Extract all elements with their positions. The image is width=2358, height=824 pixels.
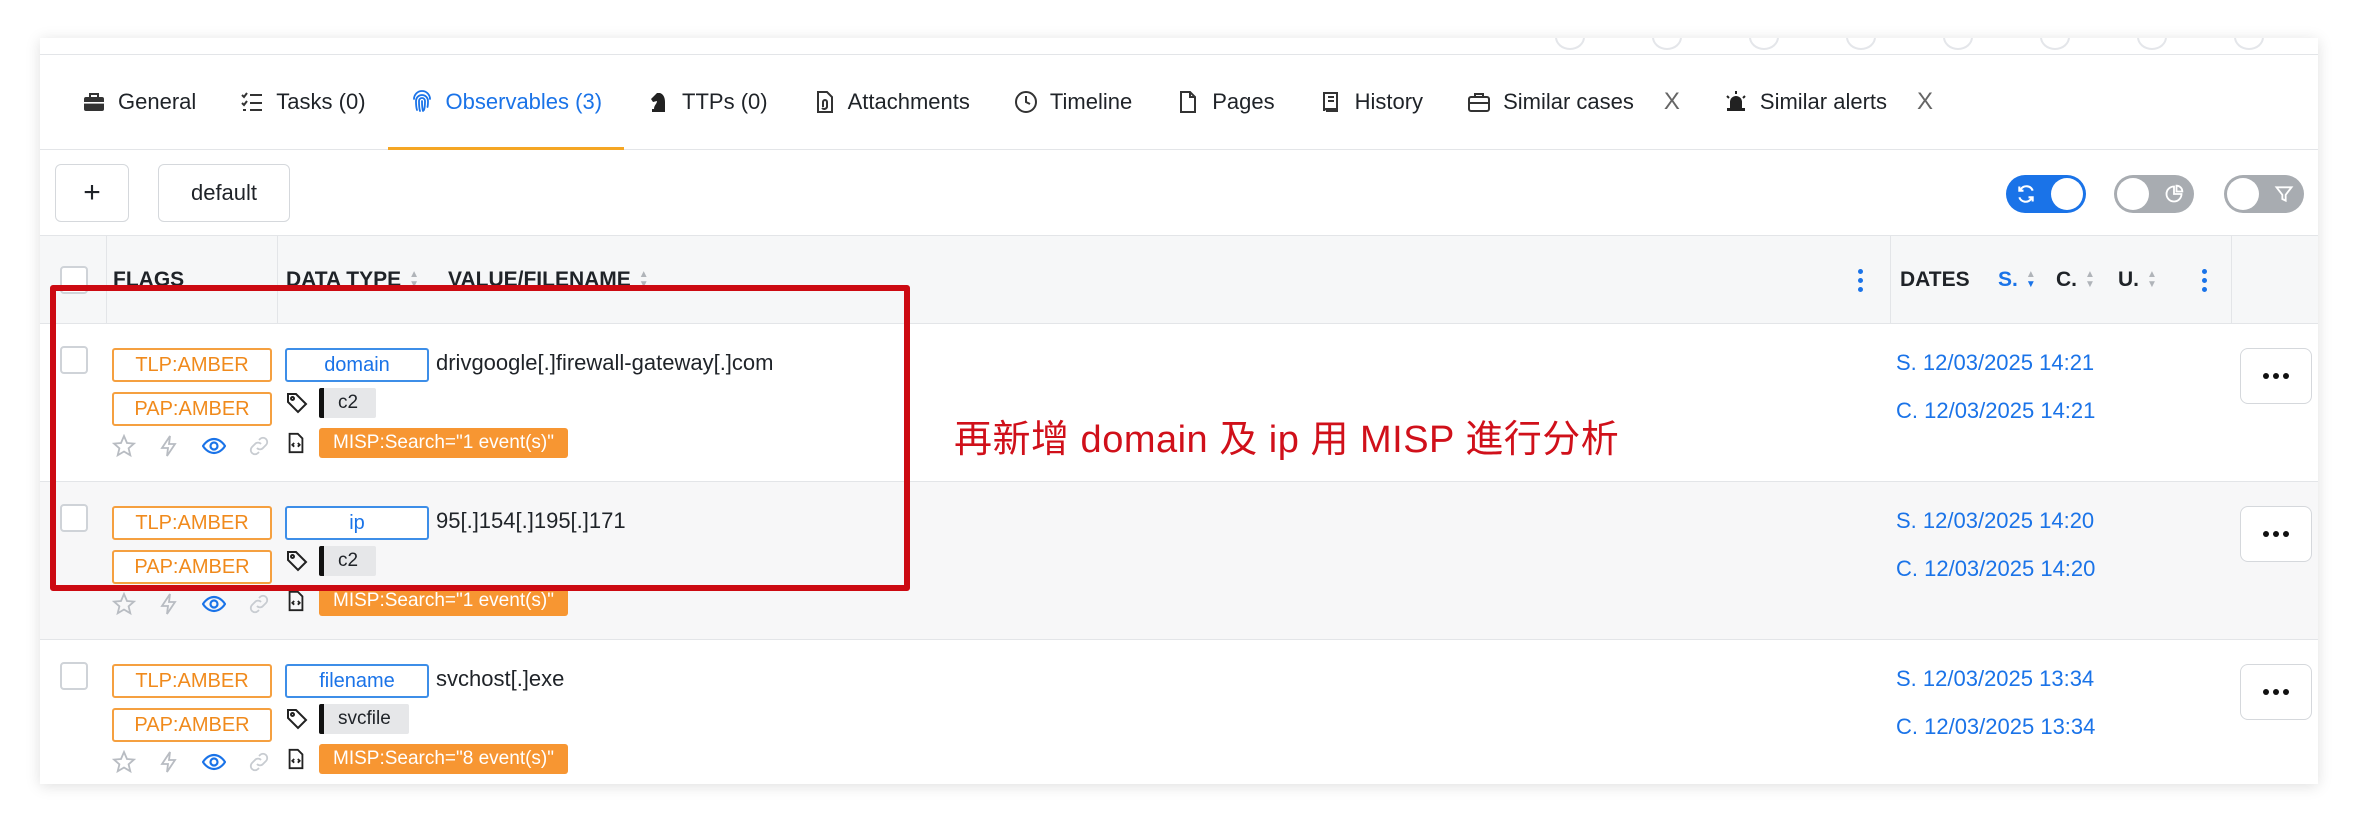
value-column-menu[interactable] [1858,236,1863,324]
vertical-dots-icon[interactable] [1858,268,1863,292]
misp-report-badge[interactable]: MISP:Search="8 event(s)" [319,744,568,774]
tab-similar-cases[interactable]: Similar cases X [1445,55,1702,149]
row-flag-icons [112,592,271,616]
tab-observables[interactable]: Observables (3) [387,55,625,150]
code-file-icon [288,590,304,612]
row-flag-icons [112,750,271,774]
column-date-created[interactable]: C. ▲ ▼ [2056,236,2095,324]
tab-label: Timeline [1049,89,1133,114]
data-type-badge[interactable]: filename [285,664,429,698]
siren-icon [1726,91,1746,111]
tab-label: General [118,89,197,114]
filter-toggle[interactable] [2224,175,2304,213]
preset-selector-button[interactable]: default [158,164,290,222]
lightning-icon[interactable] [157,750,181,774]
pap-badge: PAP:AMBER [112,708,272,742]
dates-column-menu[interactable] [2202,236,2207,324]
file-attachment-icon [816,91,833,113]
observable-value[interactable]: svchost[.]exe [436,666,564,692]
top-bar-remnant [40,38,2318,54]
tag[interactable]: svcfile [319,704,409,734]
tab-label: Similar cases [1503,89,1634,114]
case-observables-panel: General Tasks (0) Observables (3) TTPs (… [40,38,2318,784]
analyzer-report-line: MISP:Search="8 event(s)" [285,744,568,774]
code-file-icon [288,748,304,770]
created-date: C. 12/03/2025 13:34 [1896,714,2096,739]
column-dates: DATES [1900,268,1970,291]
star-icon[interactable] [112,750,136,774]
filter-icon [2274,186,2294,203]
tab-label: Tasks (0) [276,89,366,114]
lightning-icon[interactable] [157,592,181,616]
column-date-start[interactable]: S. ▲ ▼ [1998,236,2036,324]
column-date-updated[interactable]: U. ▲ ▼ [2118,236,2157,324]
auto-refresh-toggle[interactable] [2006,175,2086,213]
close-icon[interactable]: X [1917,88,1933,116]
annotation-highlight-box [50,285,910,591]
tab-tasks[interactable]: Tasks (0) [218,55,387,149]
start-date: S. 12/03/2025 14:20 [1896,508,2095,533]
row-actions-button[interactable] [2240,348,2312,404]
fingerprint-icon [412,90,431,112]
star-icon[interactable] [112,592,136,616]
row-actions-button[interactable] [2240,506,2312,562]
table-row[interactable]: TLP:AMBER PAP:AMBER filename svchost[.]e… [40,640,2318,784]
tags-icon [287,709,308,730]
annotation-text: 再新增 domain 及 ip 用 MISP 進行分析 [954,419,1620,461]
add-observable-button[interactable]: + [55,164,129,222]
page-icon [1180,91,1197,113]
vertical-dots-icon[interactable] [2202,268,2207,292]
book-icon [1322,92,1338,112]
link-icon[interactable] [247,750,271,774]
tab-label: Attachments [847,89,970,114]
chess-knight-icon [651,93,666,112]
tab-label: History [1354,89,1424,114]
clock-icon [1014,91,1037,113]
tab-general[interactable]: General [60,55,218,149]
tags-line: svcfile [285,704,409,734]
created-date: C. 12/03/2025 14:20 [1896,556,2096,581]
row-checkbox[interactable] [60,662,88,690]
tab-label: Observables (3) [445,89,603,114]
sort-icon[interactable]: ▲ ▼ [2085,270,2095,290]
tab-ttps[interactable]: TTPs (0) [624,55,790,149]
close-icon[interactable]: X [1664,88,1680,116]
pie-chart-icon [2165,184,2184,203]
created-date: C. 12/03/2025 14:21 [1896,398,2096,423]
refresh-icon [2018,185,2034,203]
tab-similar-alerts[interactable]: Similar alerts X [1702,55,1955,149]
sort-desc-icon[interactable]: ▲ ▼ [2026,270,2036,290]
stats-toggle[interactable] [2114,175,2194,213]
tab-label: TTPs (0) [682,89,768,114]
tlp-badge: TLP:AMBER [112,664,272,698]
link-icon[interactable] [247,592,271,616]
case-tabs: General Tasks (0) Observables (3) TTPs (… [40,54,2318,150]
tab-attachments[interactable]: Attachments [790,55,992,149]
observables-toolbar: + default [40,150,2318,236]
eye-icon[interactable] [202,592,226,616]
tab-label: Similar alerts [1759,89,1888,114]
tab-history[interactable]: History [1297,55,1445,149]
checklist-icon [241,92,263,111]
briefcase-icon [1468,93,1491,112]
row-actions-button[interactable] [2240,664,2312,720]
start-date: S. 12/03/2025 14:21 [1896,350,2095,375]
start-date: S. 12/03/2025 13:34 [1896,666,2095,691]
eye-icon[interactable] [202,750,226,774]
tab-pages[interactable]: Pages [1154,55,1296,149]
tab-label: Pages [1212,89,1275,114]
tab-timeline[interactable]: Timeline [992,55,1154,149]
briefcase-icon [84,93,104,111]
sort-icon[interactable]: ▲ ▼ [2147,270,2157,290]
